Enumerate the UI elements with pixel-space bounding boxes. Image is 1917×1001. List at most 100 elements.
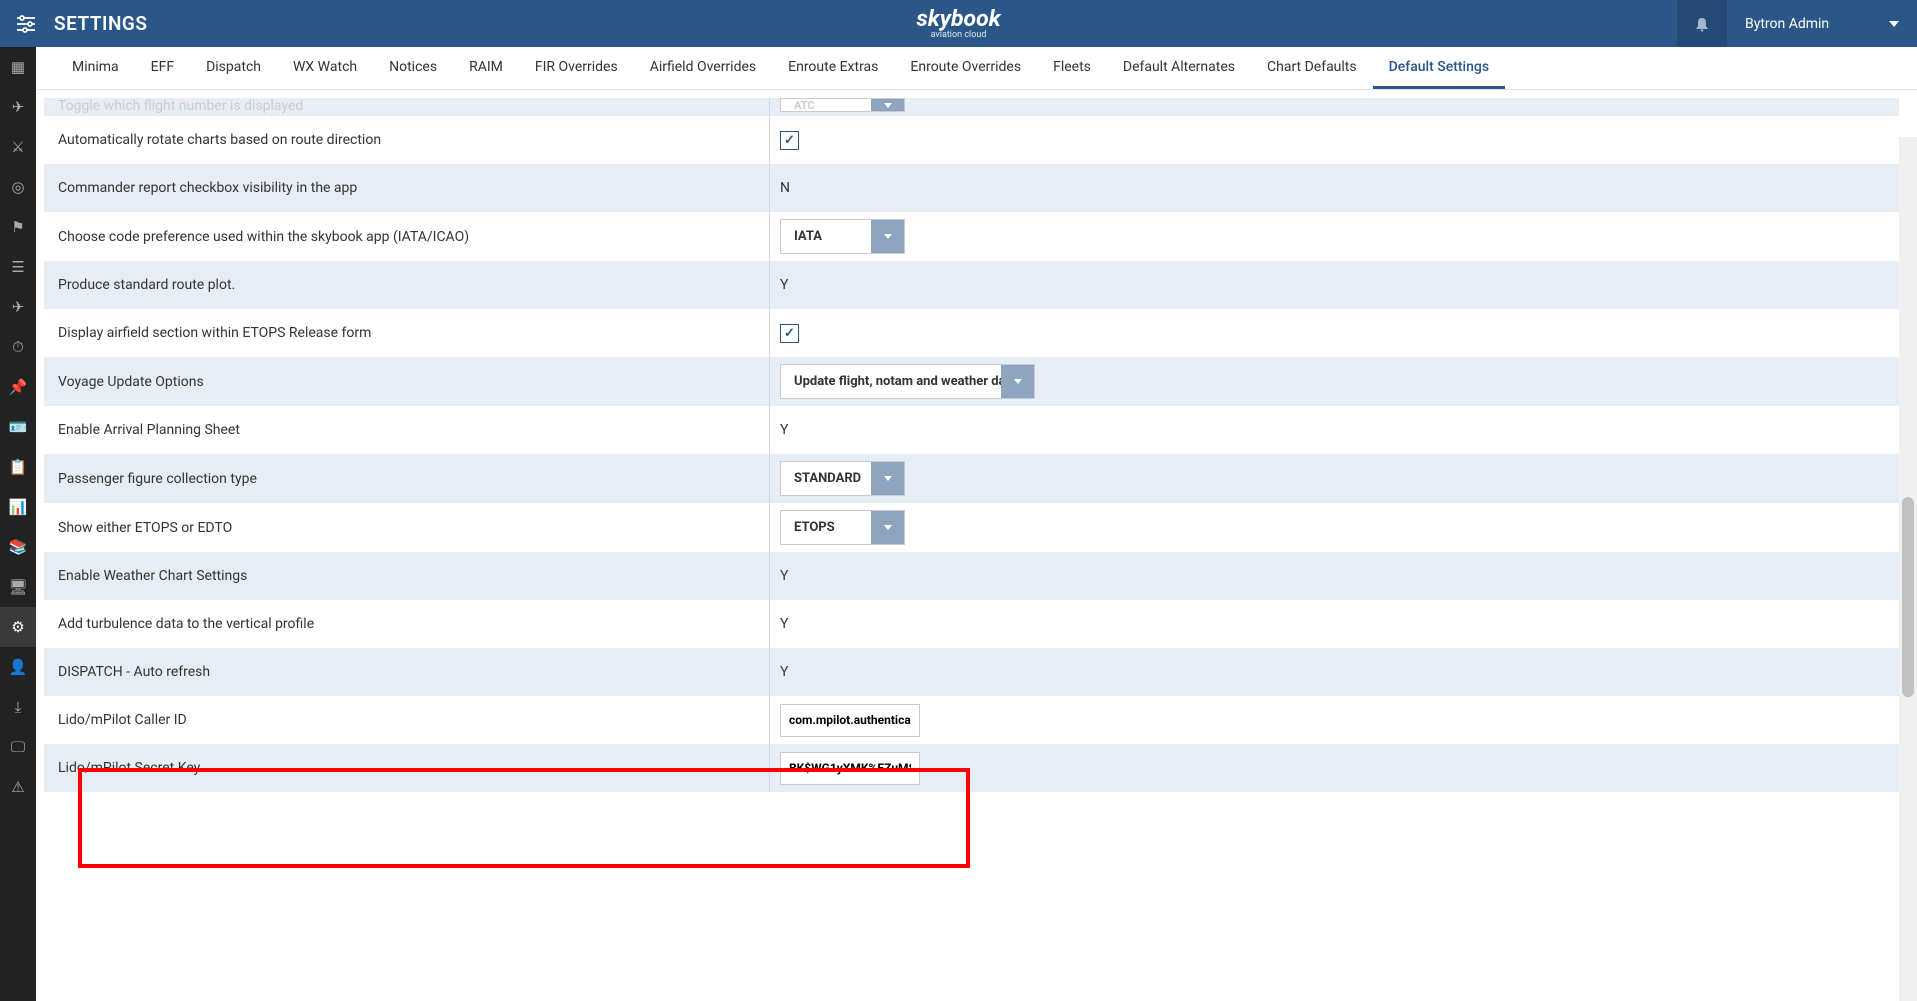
setting-label: Show either ETOPS or EDTO	[44, 503, 770, 552]
table-row: Choose code preference used within the s…	[44, 212, 1899, 261]
table-row: Automatically rotate charts based on rou…	[44, 116, 1899, 164]
setting-value: ✓	[770, 309, 1899, 357]
table-row: Lido/mPilot Caller ID	[44, 696, 1899, 744]
table-row: Toggle which flight number is displayed …	[44, 98, 1899, 116]
tab[interactable]: Fleets	[1037, 47, 1107, 89]
tab[interactable]: WX Watch	[277, 47, 373, 89]
text-input[interactable]	[780, 704, 920, 737]
setting-label: Enable Weather Chart Settings	[44, 552, 770, 600]
plane-icon[interactable]: ✈	[0, 87, 36, 127]
setting-label: Produce standard route plot.	[44, 261, 770, 309]
warning-icon[interactable]: ⚠	[0, 767, 36, 807]
tab[interactable]: FIR Overrides	[519, 47, 634, 89]
checkbox[interactable]: ✓	[780, 324, 799, 343]
setting-value: Update flight, notam and weather data	[770, 357, 1899, 406]
table-row: Commander report checkbox visibility in …	[44, 164, 1899, 212]
tab[interactable]: Minima	[56, 47, 135, 89]
screen-icon[interactable]: 🖵	[0, 727, 36, 767]
chevron-down-icon	[1001, 365, 1034, 398]
tabbar: MinimaEFFDispatchWX WatchNoticesRAIMFIR …	[36, 47, 1917, 90]
setting-label: Commander report checkbox visibility in …	[44, 164, 770, 212]
tab[interactable]: Default Settings	[1373, 47, 1505, 89]
logo: skybook aviation cloud	[916, 7, 1000, 40]
setting-label: Lido/mPilot Secret Key	[44, 744, 770, 792]
flag-icon[interactable]: ⚑	[0, 207, 36, 247]
setting-label: DISPATCH - Auto refresh	[44, 648, 770, 696]
dropdown[interactable]: IATA	[780, 219, 905, 254]
setting-value: ATC	[770, 98, 1899, 116]
table-row: Passenger figure collection type STANDARD	[44, 454, 1899, 503]
list-icon[interactable]: ☰	[0, 247, 36, 287]
logo-sub: aviation cloud	[916, 30, 1000, 40]
tab[interactable]: Airfield Overrides	[634, 47, 772, 89]
setting-label: Choose code preference used within the s…	[44, 212, 770, 261]
tab[interactable]: Default Alternates	[1107, 47, 1251, 89]
monitor-icon[interactable]: 🖥	[0, 567, 36, 607]
chevron-down-icon	[871, 99, 904, 111]
table-row: Produce standard route plot.Y	[44, 261, 1899, 309]
table-row: Enable Weather Chart SettingsY	[44, 552, 1899, 600]
notifications-button[interactable]	[1677, 0, 1727, 47]
download-icon[interactable]: ⤓	[0, 687, 36, 727]
table-row: Enable Arrival Planning SheetY	[44, 406, 1899, 454]
scrollbar[interactable]	[1899, 137, 1917, 1001]
dropdown[interactable]: Update flight, notam and weather data	[780, 364, 1035, 399]
logo-main: skybook	[916, 7, 1000, 30]
table-row: DISPATCH - Auto refreshY	[44, 648, 1899, 696]
setting-value: Y	[770, 406, 1899, 454]
setting-label: Voyage Update Options	[44, 357, 770, 406]
pin-icon[interactable]: 📌	[0, 367, 36, 407]
page-title: SETTINGS	[54, 12, 147, 35]
setting-value: Y	[770, 261, 1899, 309]
setting-value	[770, 744, 1899, 792]
dropdown[interactable]: ATC	[780, 98, 905, 112]
setting-label: Toggle which flight number is displayed	[44, 98, 770, 116]
books-icon[interactable]: 📚	[0, 527, 36, 567]
grid-icon[interactable]: ▦	[0, 47, 36, 87]
user-menu[interactable]: Bytron Admin	[1727, 0, 1917, 47]
setting-value	[770, 696, 1899, 744]
dropdown[interactable]: ETOPS	[780, 510, 905, 545]
dropdown[interactable]: STANDARD	[780, 461, 905, 496]
setting-label: Passenger figure collection type	[44, 454, 770, 503]
settings-toggle-icon[interactable]	[8, 15, 44, 33]
scrollbar-thumb[interactable]	[1902, 497, 1914, 697]
text-input[interactable]	[780, 752, 920, 785]
setting-label: Lido/mPilot Caller ID	[44, 696, 770, 744]
tab[interactable]: Notices	[373, 47, 453, 89]
plane-alt-icon[interactable]: ✈	[0, 287, 36, 327]
user-label: Bytron Admin	[1745, 16, 1829, 32]
setting-label: Automatically rotate charts based on rou…	[44, 116, 770, 164]
gear-icon[interactable]: ⚙	[0, 607, 36, 647]
main-content: MinimaEFFDispatchWX WatchNoticesRAIMFIR …	[36, 47, 1917, 1001]
chevron-down-icon	[871, 462, 904, 495]
chevron-down-icon	[871, 511, 904, 544]
tab[interactable]: Dispatch	[190, 47, 277, 89]
table-row: Add turbulence data to the vertical prof…	[44, 600, 1899, 648]
topbar: SETTINGS skybook aviation cloud Bytron A…	[0, 0, 1917, 47]
globe-icon[interactable]: ◎	[0, 167, 36, 207]
settings-table: Toggle which flight number is displayed …	[44, 98, 1899, 792]
setting-value: Y	[770, 648, 1899, 696]
timer-icon[interactable]: ⏱	[0, 327, 36, 367]
setting-value: Y	[770, 552, 1899, 600]
tab[interactable]: Chart Defaults	[1251, 47, 1373, 89]
clipboard-icon[interactable]: 📋	[0, 447, 36, 487]
setting-label: Enable Arrival Planning Sheet	[44, 406, 770, 454]
setting-value: Y	[770, 600, 1899, 648]
setting-value: ETOPS	[770, 503, 1899, 552]
table-row: Lido/mPilot Secret Key	[44, 744, 1899, 792]
checkbox[interactable]: ✓	[780, 131, 799, 150]
user-icon[interactable]: 👤	[0, 647, 36, 687]
table-row: Show either ETOPS or EDTO ETOPS	[44, 503, 1899, 552]
tab[interactable]: Enroute Extras	[772, 47, 894, 89]
setting-value: STANDARD	[770, 454, 1899, 503]
table-row: Display airfield section within ETOPS Re…	[44, 309, 1899, 357]
tab[interactable]: RAIM	[453, 47, 519, 89]
settings-scroll-area: Toggle which flight number is displayed …	[36, 90, 1899, 1001]
crossed-arrows-icon[interactable]: ⚔	[0, 127, 36, 167]
bar-chart-icon[interactable]: 📊	[0, 487, 36, 527]
tab[interactable]: Enroute Overrides	[894, 47, 1037, 89]
tab[interactable]: EFF	[135, 47, 190, 89]
id-card-icon[interactable]: 🪪	[0, 407, 36, 447]
